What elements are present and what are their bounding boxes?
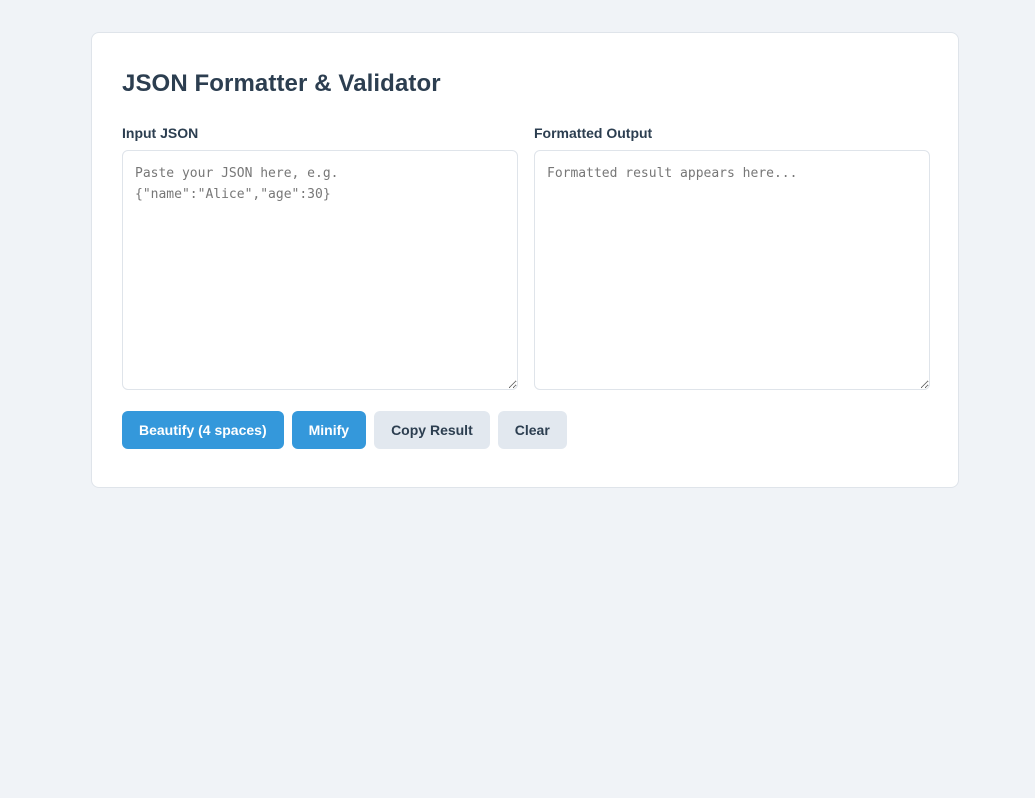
page-title: JSON Formatter & Validator <box>122 70 441 97</box>
copy-result-button[interactable]: Copy Result <box>374 411 490 449</box>
output-panel: Formatted Output <box>534 124 930 390</box>
output-label: Formatted Output <box>534 125 653 141</box>
beautify-button[interactable]: Beautify (4 spaces) <box>122 411 284 449</box>
action-buttons: Beautify (4 spaces) Minify Copy Result C… <box>122 411 567 449</box>
input-panel: Input JSON <box>122 124 518 390</box>
input-json-textarea[interactable] <box>122 150 518 390</box>
formatted-output-textarea[interactable] <box>534 150 930 390</box>
minify-button[interactable]: Minify <box>291 411 367 449</box>
formatter-card: JSON Formatter & Validator Input JSON Fo… <box>91 32 959 488</box>
clear-button[interactable]: Clear <box>497 411 567 449</box>
input-label: Input JSON <box>122 125 199 141</box>
